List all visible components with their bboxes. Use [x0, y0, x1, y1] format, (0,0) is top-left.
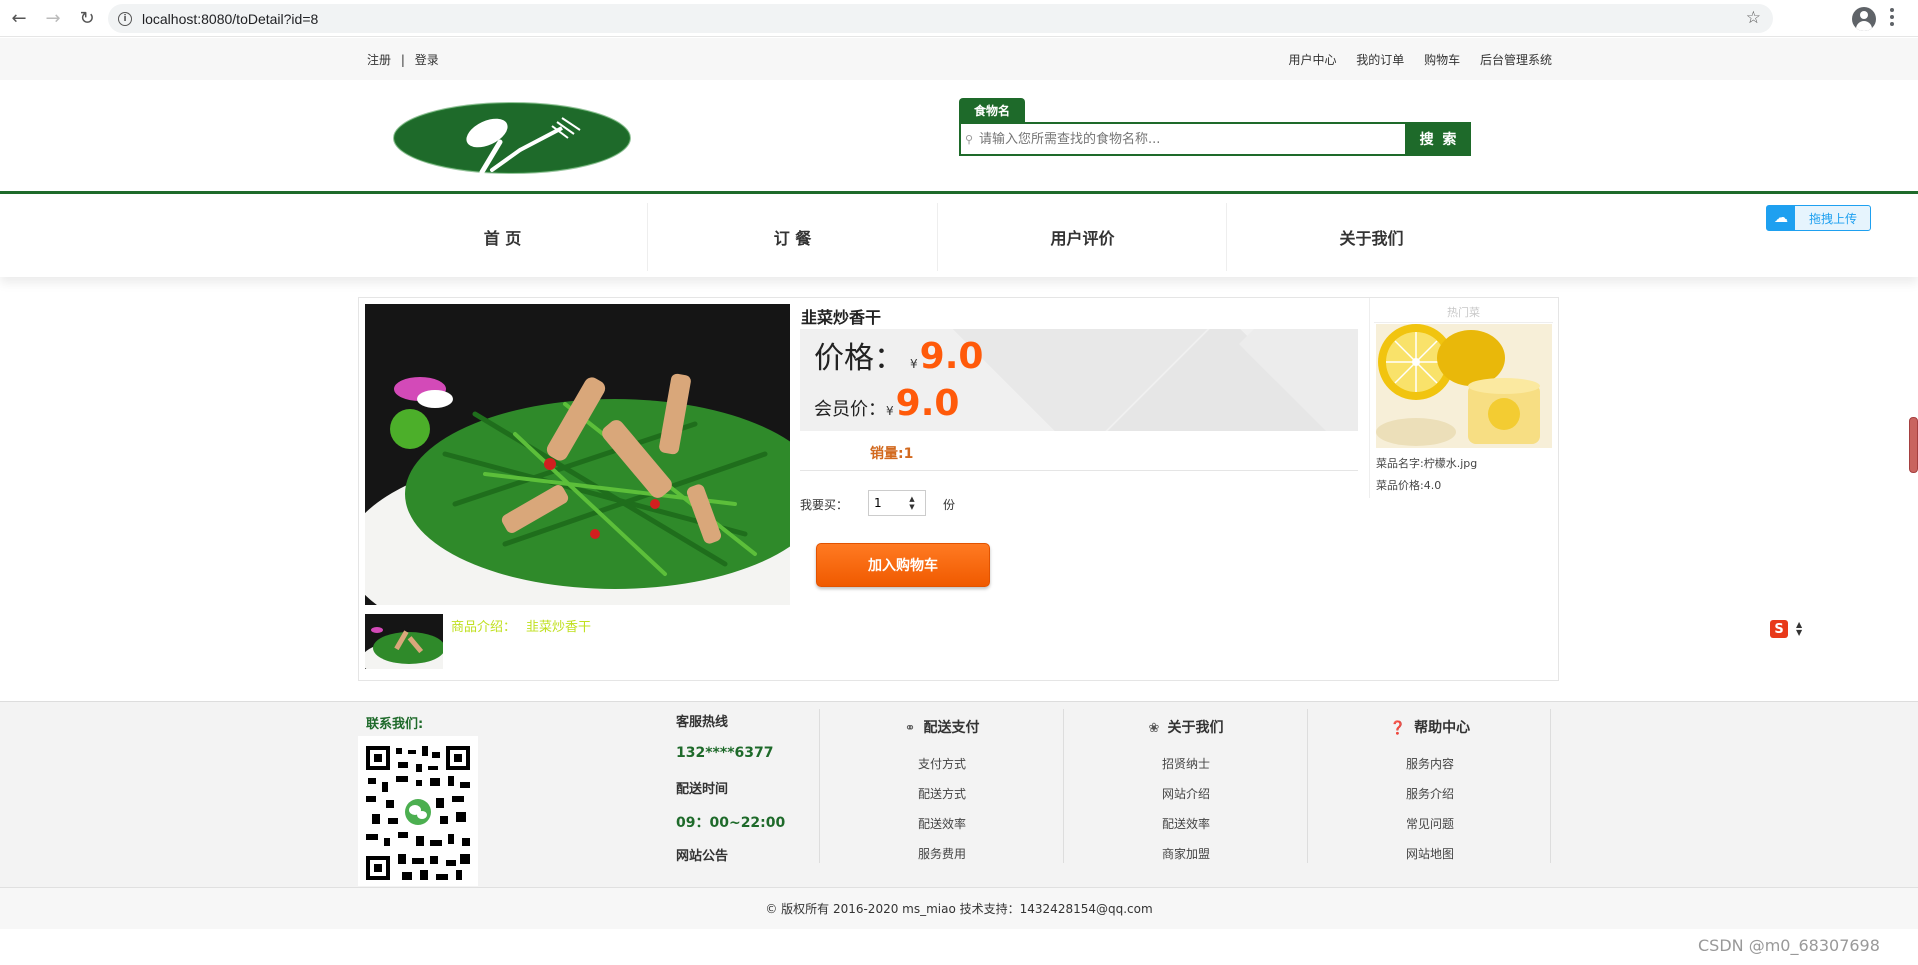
login-link[interactable]: 登录 [415, 53, 439, 67]
quantity-label: 我要买： [800, 498, 849, 512]
currency-symbol: ¥ [886, 404, 894, 418]
hot-dish-name: 菜品名字:柠檬水.jpg [1376, 457, 1478, 470]
product-title: 韭菜炒香干 [801, 308, 882, 327]
nav-about[interactable]: 关于我们 [1227, 197, 1516, 277]
add-to-cart-button[interactable]: 加入购物车 [816, 543, 990, 587]
intro-text: 韭菜炒香干 [526, 620, 592, 635]
footer-link[interactable]: 招贤纳士 [1064, 749, 1308, 779]
reload-icon[interactable]: ↻ [72, 3, 102, 33]
search-icon: ⚲ [965, 133, 974, 146]
sales-count: 销量:1 [870, 446, 914, 462]
delivery-time-title: 配送时间 [676, 782, 729, 797]
search-tab-food-name[interactable]: 食物名 [959, 98, 1025, 122]
footer-link[interactable]: 配送方式 [820, 779, 1064, 809]
hot-dishes-header: 热门菜 [1374, 304, 1553, 323]
quantity-input[interactable] [869, 496, 905, 510]
footer-link[interactable]: 商家加盟 [1064, 839, 1308, 869]
leaf-icon: ❀ [1148, 721, 1160, 736]
csdn-watermark: CSDN @m0_68307698 [1698, 936, 1880, 955]
price-value: 9.0 [919, 336, 984, 377]
footer-link[interactable]: 网站介绍 [1064, 779, 1308, 809]
bike-icon: ⚭ [904, 721, 916, 736]
search-box: ⚲ [959, 122, 1407, 156]
dropdown-arrows-icon[interactable]: ▲ ▼ [1796, 621, 1802, 637]
footer-col-title: 帮助中心 [1414, 720, 1471, 736]
browser-toolbar: ← → ↻ i localhost:8080/toDetail?id=8 ☆ [0, 0, 1918, 37]
nav-reviews[interactable]: 用户评价 [938, 197, 1227, 277]
cart-link[interactable]: 购物车 [1424, 53, 1460, 67]
member-price-value: 9.0 [895, 383, 960, 424]
footer-col-delivery: ⚭ 配送支付 支付方式 配送方式 配送效率 服务费用 [819, 709, 1063, 863]
contact-us-label: 联系我们: [366, 717, 424, 732]
footer-link[interactable]: 配送效率 [1064, 809, 1308, 839]
register-link[interactable]: 注册 [367, 53, 391, 67]
member-price-label: 会员价： [814, 399, 886, 420]
footer-col-title: 关于我们 [1167, 720, 1224, 736]
address-bar[interactable]: i localhost:8080/toDetail?id=8 ☆ [108, 4, 1773, 33]
nav-home[interactable]: 首 页 [358, 197, 647, 277]
main-nav: 首 页 订 餐 用户评价 关于我们 [0, 197, 1918, 277]
sogou-s-icon: S [1770, 620, 1788, 638]
product-intro: 商品介绍： 韭菜炒香干 [451, 616, 601, 635]
copyright: © 版权所有 2016-2020 ms_miao 技术支持：1432428154… [0, 887, 1918, 929]
product-detail: 商品介绍： 韭菜炒香干 韭菜炒香干 价格： ¥ 9.0 会员价： ¥ 9.0 销量… [358, 297, 1559, 681]
site-logo[interactable] [392, 100, 632, 175]
nav-order[interactable]: 订 餐 [648, 197, 937, 277]
product-main-image[interactable] [365, 304, 790, 605]
hot-dish-price: 菜品价格:4.0 [1376, 479, 1442, 492]
cloud-icon: ☁ [1767, 206, 1795, 230]
footer-link[interactable]: 支付方式 [820, 749, 1064, 779]
quantity-unit: 份 [943, 498, 956, 512]
footer-col-title: 配送支付 [923, 720, 980, 736]
hotline-number: 132****6377 [676, 745, 774, 761]
member-price-row: 会员价： ¥ 9.0 [814, 383, 959, 424]
footer-link[interactable]: 服务介绍 [1308, 779, 1552, 809]
back-arrow-icon[interactable]: ← [4, 3, 34, 33]
profile-avatar-icon[interactable] [1852, 7, 1876, 31]
url-text: localhost:8080/toDetail?id=8 [142, 10, 319, 27]
drag-upload-badge[interactable]: ☁ 拖拽上传 [1766, 205, 1871, 231]
footer-link[interactable]: 网站地图 [1308, 839, 1552, 869]
top-bar: 注册 | 登录 用户中心 我的订单 购物车 后台管理系统 [0, 38, 1918, 80]
footer-link[interactable]: 服务内容 [1308, 749, 1552, 779]
price-panel: 价格： ¥ 9.0 会员价： ¥ 9.0 [800, 329, 1358, 431]
hot-dishes-panel: 热门菜 菜品名字:柠檬水.jpg 菜品价格:4.0 [1369, 298, 1559, 498]
info-icon[interactable]: i [118, 11, 132, 26]
footer-link[interactable]: 服务费用 [820, 839, 1064, 869]
footer-link[interactable]: 配送效率 [820, 809, 1064, 839]
hotline-title: 客服热线 [676, 715, 729, 730]
delivery-time: 09：00~22:00 [676, 815, 786, 831]
page-scrollbar-thumb[interactable] [1909, 417, 1918, 473]
bookmark-star-icon[interactable]: ☆ [1746, 8, 1761, 28]
user-center-link[interactable]: 用户中心 [1288, 53, 1336, 67]
forward-arrow-icon[interactable]: → [38, 3, 68, 33]
divider [800, 470, 1358, 471]
admin-link[interactable]: 后台管理系统 [1480, 53, 1552, 67]
footer-col-help: ❓ 帮助中心 服务内容 服务介绍 常见问题 网站地图 [1307, 709, 1551, 863]
search-button[interactable]: 搜 索 [1407, 122, 1471, 156]
price-row: 价格： ¥ 9.0 [814, 333, 983, 377]
drag-upload-label: 拖拽上传 [1809, 211, 1858, 226]
footer-col-about: ❀ 关于我们 招贤纳士 网站介绍 配送效率 商家加盟 [1063, 709, 1307, 863]
search-input[interactable] [977, 125, 1397, 153]
site-header: 食物名 ⚲ 搜 索 [0, 80, 1918, 194]
stepper-arrows-icon[interactable]: ▲ ▼ [905, 495, 919, 511]
currency-symbol: ¥ [910, 357, 918, 371]
intro-label: 商品介绍： [451, 620, 517, 635]
quantity-stepper[interactable]: ▲▼ [868, 490, 926, 516]
qr-code [358, 736, 478, 886]
input-method-widget[interactable]: S ▲ ▼ [1770, 617, 1818, 641]
site-notice[interactable]: 网站公告 [676, 845, 728, 864]
site-footer: 联系我们: 客服热线 132****6377 配送时间 09：00~22:00 … [0, 701, 1918, 887]
browser-menu-icon[interactable] [1890, 8, 1894, 28]
footer-link[interactable]: 常见问题 [1308, 809, 1552, 839]
product-thumbnail[interactable] [365, 614, 443, 669]
price-label: 价格： [814, 341, 904, 376]
hot-dish-image[interactable] [1376, 324, 1552, 448]
question-icon: ❓ [1389, 721, 1407, 736]
my-orders-link[interactable]: 我的订单 [1356, 53, 1404, 67]
topbar-separator: | [400, 53, 405, 67]
